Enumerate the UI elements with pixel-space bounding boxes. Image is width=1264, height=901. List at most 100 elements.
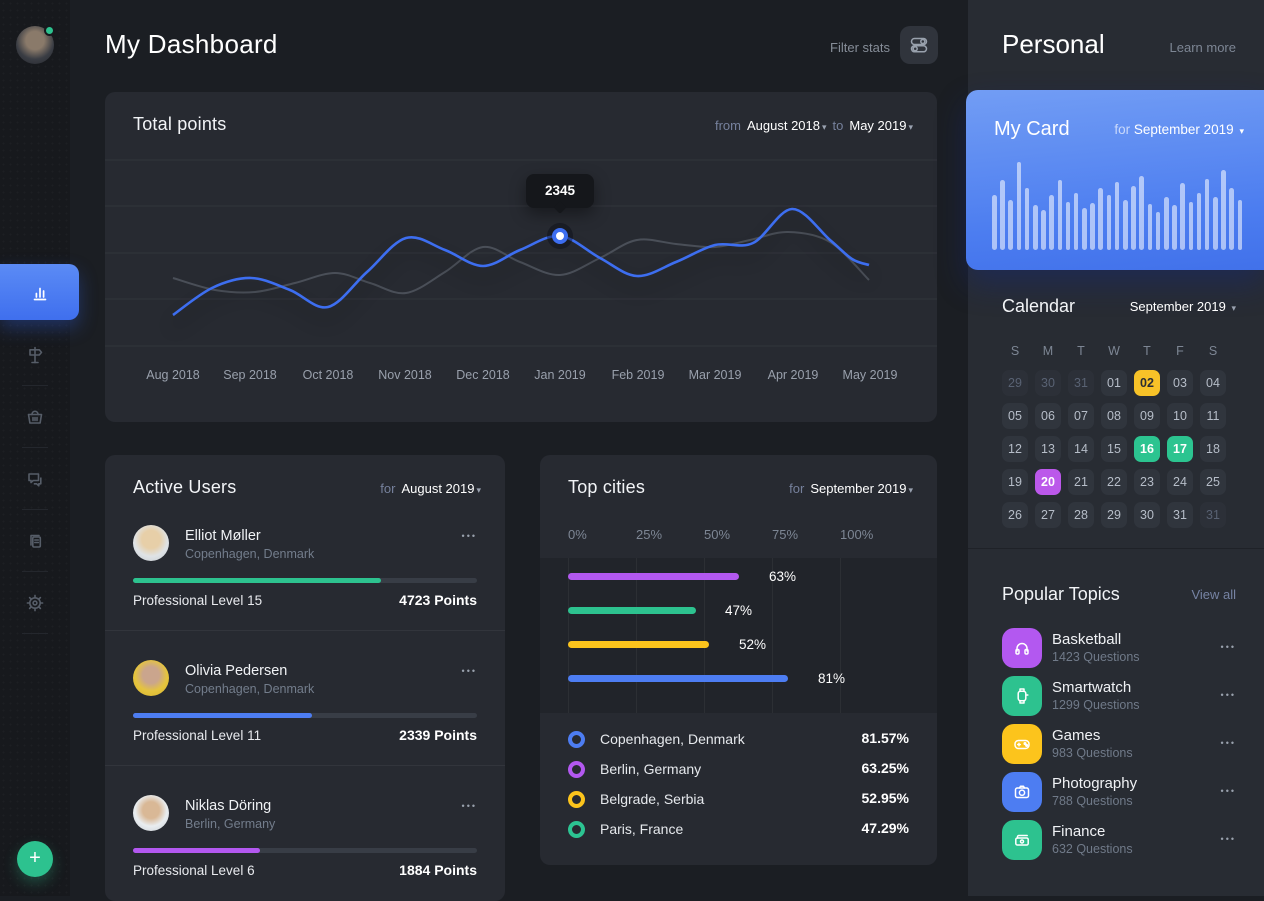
sidebar-item-chat[interactable] <box>24 468 46 490</box>
period-select[interactable]: August 2019▾ <box>401 481 481 496</box>
city-bar-row: 52% <box>568 640 928 648</box>
more-options-icon[interactable]: ••• <box>1221 690 1236 700</box>
city-bar <box>568 641 709 648</box>
more-options-icon[interactable]: ••• <box>1221 834 1236 844</box>
sparkline-bar <box>1164 197 1169 250</box>
bar-chart-icon <box>29 281 51 303</box>
calendar-day[interactable]: 09 <box>1134 403 1160 429</box>
avatar[interactable] <box>133 795 169 831</box>
avatar[interactable] <box>133 525 169 561</box>
calendar-day[interactable]: 03 <box>1167 370 1193 396</box>
learn-more-link[interactable]: Learn more <box>1170 40 1236 55</box>
calendar-day[interactable]: 25 <box>1200 469 1226 495</box>
legend-ring-icon <box>568 821 585 838</box>
avatar[interactable] <box>133 660 169 696</box>
legend-city: Paris, France <box>600 821 683 837</box>
bar-value-label: 81% <box>818 671 845 686</box>
calendar-day[interactable]: 31 <box>1068 370 1094 396</box>
legend-ring-icon <box>568 731 585 748</box>
chevron-down-icon: ▾ <box>1231 303 1236 313</box>
user-avatar[interactable] <box>16 26 54 64</box>
chevron-down-icon: ▾ <box>822 122 827 132</box>
city-bar <box>568 675 788 682</box>
data-point-marker[interactable] <box>552 228 568 244</box>
calendar-day[interactable]: 21 <box>1068 469 1094 495</box>
calendar-day[interactable]: 06 <box>1035 403 1061 429</box>
city-bar <box>568 607 696 614</box>
calendar-day[interactable]: 11 <box>1200 403 1226 429</box>
calendar-day[interactable]: 16 <box>1134 436 1160 462</box>
user-points: 2339 Points <box>399 727 477 743</box>
my-card-period-select[interactable]: for September 2019 ▾ <box>1114 122 1244 137</box>
sidebar-item-basket[interactable] <box>24 406 46 428</box>
more-options-icon[interactable]: ••• <box>462 531 477 541</box>
calendar-day[interactable]: 12 <box>1002 436 1028 462</box>
sparkline-bar <box>1197 193 1202 250</box>
calendar-day[interactable]: 14 <box>1068 436 1094 462</box>
calendar-day[interactable]: 05 <box>1002 403 1028 429</box>
more-options-icon[interactable]: ••• <box>1221 738 1236 748</box>
sidebar-item-signpost[interactable] <box>24 344 46 366</box>
more-options-icon[interactable]: ••• <box>1221 786 1236 796</box>
legend-value: 52.95% <box>862 790 909 806</box>
calendar-day[interactable]: 17 <box>1167 436 1193 462</box>
divider <box>22 633 48 634</box>
more-options-icon[interactable]: ••• <box>462 801 477 811</box>
calendar-day[interactable]: 27 <box>1035 502 1061 528</box>
topic-count: 632 Questions <box>1052 842 1133 856</box>
topic-row[interactable]: Basketball 1423 Questions ••• <box>968 628 1264 668</box>
calendar-day[interactable]: 15 <box>1101 436 1127 462</box>
legend-city: Belgrade, Serbia <box>600 791 704 807</box>
sidebar-item-dashboard[interactable] <box>0 264 79 320</box>
calendar-day[interactable]: 29 <box>1002 370 1028 396</box>
more-options-icon[interactable]: ••• <box>1221 642 1236 652</box>
online-status-dot <box>44 25 55 36</box>
chart-tooltip: 2345 <box>526 174 594 208</box>
calendar-day[interactable]: 07 <box>1068 403 1094 429</box>
calendar-day[interactable]: 23 <box>1134 469 1160 495</box>
sidebar-item-documents[interactable] <box>24 530 46 552</box>
more-options-icon[interactable]: ••• <box>462 666 477 676</box>
city-bar-row: 63% <box>568 572 928 580</box>
calendar-day[interactable]: 19 <box>1002 469 1028 495</box>
calendar-day[interactable]: 28 <box>1068 502 1094 528</box>
calendar-period-select[interactable]: September 2019 ▾ <box>1130 299 1236 314</box>
topic-row[interactable]: Smartwatch 1299 Questions ••• <box>968 676 1264 716</box>
view-all-link[interactable]: View all <box>1191 587 1236 602</box>
my-card[interactable]: My Card for September 2019 ▾ <box>966 90 1264 270</box>
calendar-day[interactable]: 31 <box>1167 502 1193 528</box>
calendar-day[interactable]: 01 <box>1101 370 1127 396</box>
calendar-day[interactable]: 30 <box>1035 370 1061 396</box>
calendar-day[interactable]: 13 <box>1035 436 1061 462</box>
calendar-day[interactable]: 22 <box>1101 469 1127 495</box>
calendar-day[interactable]: 29 <box>1101 502 1127 528</box>
filter-stats-button[interactable] <box>900 26 938 64</box>
sidebar-item-settings[interactable] <box>24 592 46 614</box>
calendar-day[interactable]: 18 <box>1200 436 1226 462</box>
topic-row[interactable]: Photography 788 Questions ••• <box>968 772 1264 812</box>
my-card-title: My Card <box>994 118 1070 141</box>
user-points: 4723 Points <box>399 592 477 608</box>
period-select[interactable]: September 2019▾ <box>810 481 913 496</box>
to-date-select[interactable]: May 2019▾ <box>849 118 913 133</box>
topic-row[interactable]: Games 983 Questions ••• <box>968 724 1264 764</box>
topic-count: 983 Questions <box>1052 746 1133 760</box>
user-points: 1884 Points <box>399 862 477 878</box>
calendar-day[interactable]: 26 <box>1002 502 1028 528</box>
my-card-sparkline <box>992 158 1246 250</box>
topic-row[interactable]: Finance 632 Questions ••• <box>968 820 1264 860</box>
calendar-day[interactable]: 02 <box>1134 370 1160 396</box>
calendar-day[interactable]: 30 <box>1134 502 1160 528</box>
calendar-day[interactable]: 24 <box>1167 469 1193 495</box>
add-button[interactable]: + <box>17 841 53 877</box>
bar-value-label: 63% <box>769 569 796 584</box>
calendar-day[interactable]: 31 <box>1200 502 1226 528</box>
sparkline-bar <box>1221 170 1226 250</box>
user-name: Elliot Møller <box>185 528 261 544</box>
calendar-day[interactable]: 08 <box>1101 403 1127 429</box>
legend-ring-icon <box>568 761 585 778</box>
calendar-day[interactable]: 20 <box>1035 469 1061 495</box>
calendar-day[interactable]: 10 <box>1167 403 1193 429</box>
calendar-day[interactable]: 04 <box>1200 370 1226 396</box>
from-date-select[interactable]: August 2018▾ <box>747 118 827 133</box>
